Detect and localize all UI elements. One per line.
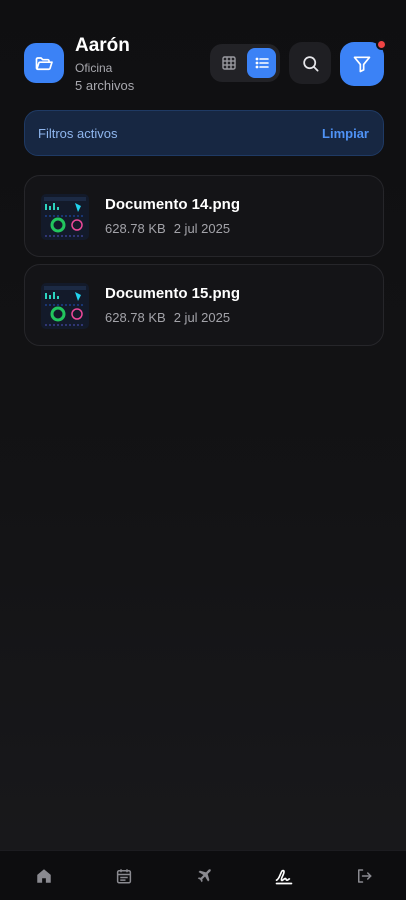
file-meta: 628.78 KB 2 jul 2025: [105, 221, 230, 236]
list-view-icon: [255, 57, 269, 69]
home-icon: [37, 869, 51, 883]
active-filters-label: Filtros activos: [38, 125, 118, 141]
location-label: Oficina: [75, 61, 113, 75]
nav-logout[interactable]: [352, 864, 376, 888]
file-date: 2 jul 2025: [173, 221, 231, 236]
file-name: Documento 15.png: [105, 285, 241, 302]
header: Aarón Oficina 5 archivos: [24, 34, 387, 95]
grid-view-button[interactable]: [214, 48, 243, 78]
nav-signatures[interactable]: [272, 864, 296, 888]
signature-icon: [275, 869, 293, 885]
filter-icon: [353, 56, 371, 73]
list-view-button[interactable]: [247, 48, 276, 78]
screen: Aarón Oficina 5 archivos Filtros activos…: [0, 0, 406, 900]
search-icon: [302, 55, 318, 71]
search-button[interactable]: [289, 42, 331, 84]
view-toggle: [210, 44, 280, 82]
grid-view-icon: [221, 56, 236, 70]
user-name: Aarón: [75, 35, 130, 56]
active-filters-bar: Filtros activos Limpiar: [24, 110, 384, 156]
nav-travel[interactable]: [192, 864, 216, 888]
plane-icon: [197, 869, 211, 883]
nav-home[interactable]: [32, 864, 56, 888]
file-size: 628.78 KB: [105, 310, 166, 325]
bottom-nav: [0, 850, 406, 900]
nav-calendar[interactable]: [112, 864, 136, 888]
clear-filters-button[interactable]: Limpiar: [322, 126, 369, 141]
filter-notification-badge: [376, 39, 387, 50]
file-name: Documento 14.png: [105, 196, 241, 213]
user-block: Aarón Oficina 5 archivos: [75, 34, 134, 95]
file-date: 2 jul 2025: [173, 310, 231, 325]
file-thumbnail: [41, 194, 89, 240]
folder-open-icon: [24, 43, 64, 83]
filter-button[interactable]: [340, 39, 387, 86]
file-card-2[interactable]: Documento 15.png 628.78 KB 2 jul 2025: [24, 264, 384, 346]
file-card-1[interactable]: Documento 14.png 628.78 KB 2 jul 2025: [24, 175, 384, 257]
file-size: 628.78 KB: [105, 221, 166, 236]
file-meta: 628.78 KB 2 jul 2025: [105, 310, 230, 325]
file-thumbnail: [41, 283, 89, 329]
calendar-icon: [116, 869, 132, 884]
file-count: 5 archivos: [75, 78, 135, 93]
logout-icon: [358, 869, 372, 883]
